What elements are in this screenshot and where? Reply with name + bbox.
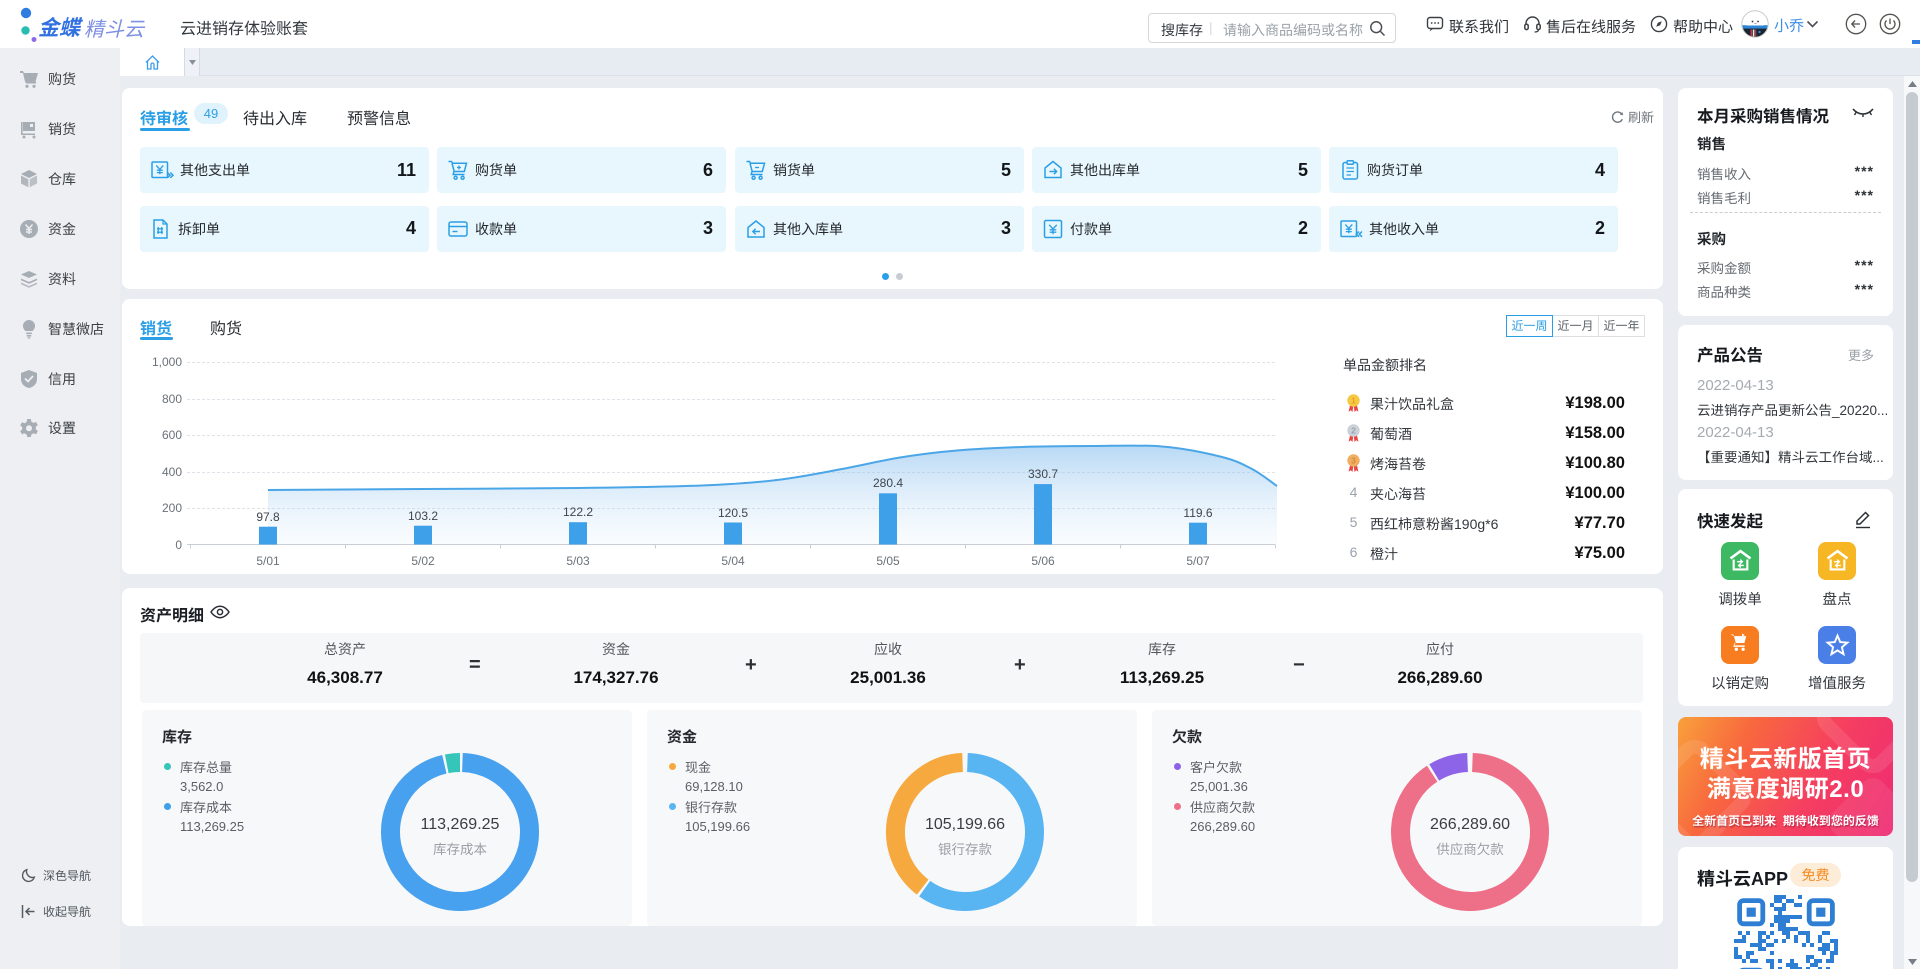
svg-text:3: 3 xyxy=(1351,456,1356,466)
svg-text:1: 1 xyxy=(1351,396,1356,406)
svg-text:2: 2 xyxy=(1351,426,1356,436)
